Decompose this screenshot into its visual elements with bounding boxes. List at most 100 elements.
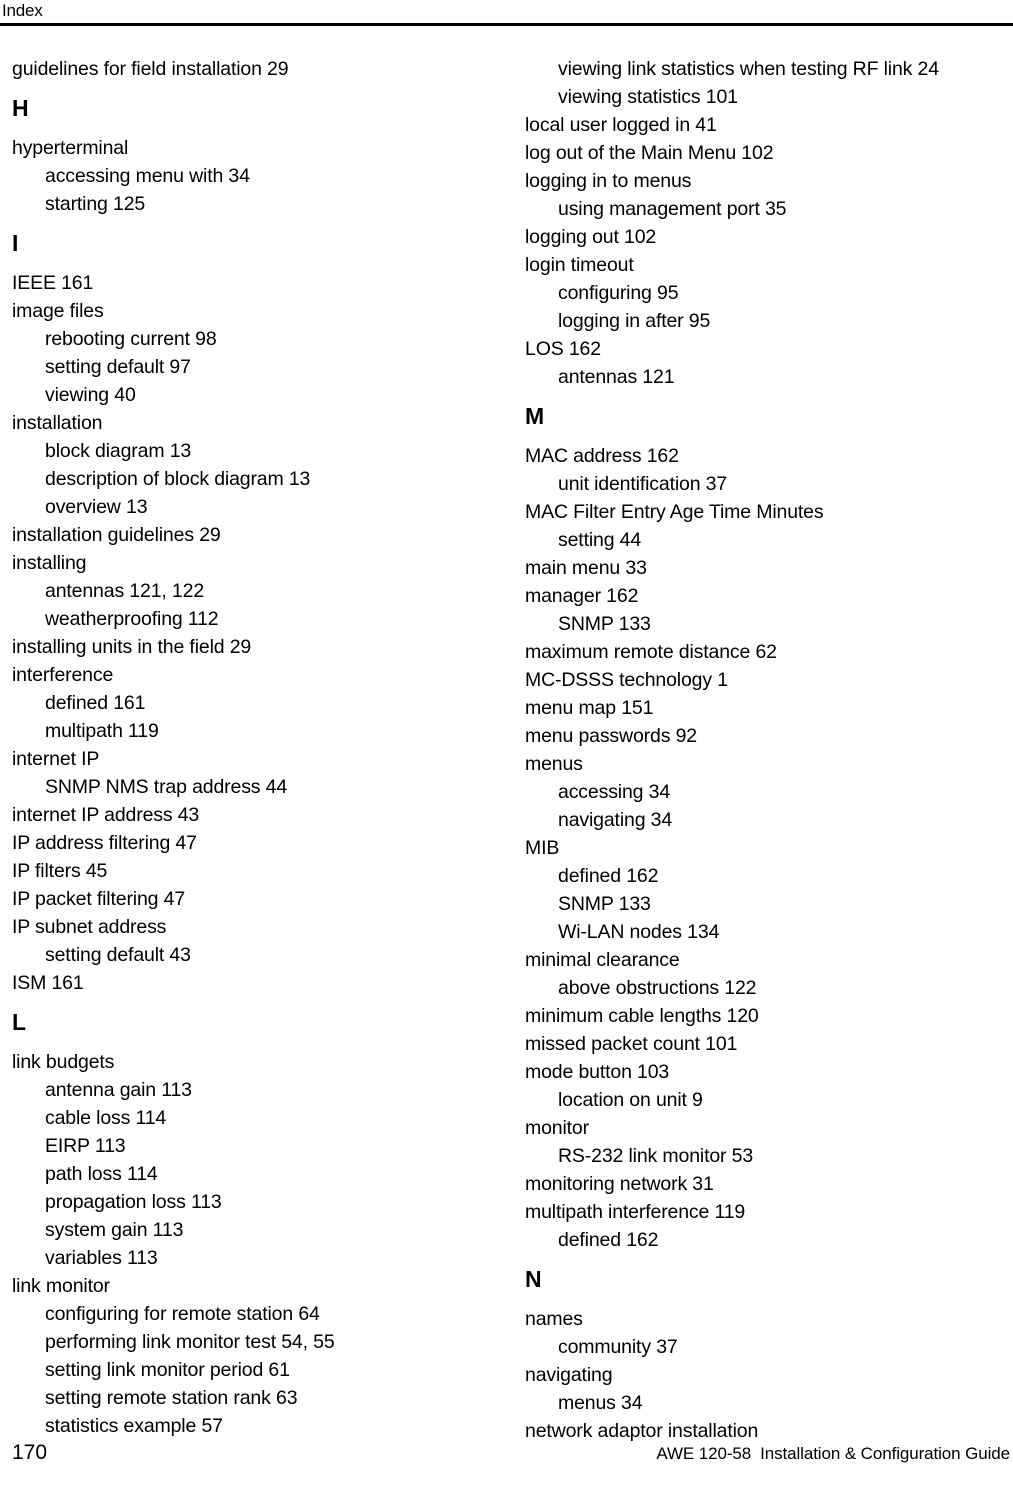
index-entry: internet IP [12, 748, 100, 770]
index-subentry: antennas 121 [558, 366, 675, 388]
index-subentry: menus 34 [558, 1392, 643, 1414]
index-entry: IP address filtering 47 [12, 832, 197, 854]
index-subentry: setting default 97 [45, 356, 191, 378]
index-entry: installation [12, 412, 103, 434]
running-header: Index [0, 0, 1013, 28]
index-subentry: navigating 34 [558, 809, 673, 831]
index-subentry: cable loss 114 [45, 1107, 167, 1129]
index-subentry: rebooting current 98 [45, 328, 217, 350]
index-subentry: statistics example 57 [45, 1415, 223, 1437]
index-entry: login timeout [525, 254, 634, 276]
index-entry: logging in to menus [525, 170, 692, 192]
index-subentry: accessing 34 [558, 781, 671, 803]
index-entry: mode button 103 [525, 1061, 670, 1083]
index-entry: MIB [525, 837, 560, 859]
index-entry: MAC address 162 [525, 445, 679, 467]
running-footer: 170 AWE 120-58 Installation & Configurati… [0, 1440, 1013, 1480]
index-subentry: viewing link statistics when testing RF … [558, 58, 939, 80]
index-entry: IP filters 45 [12, 860, 108, 882]
index-subentry: RS-232 link monitor 53 [558, 1145, 754, 1167]
footer-page-number: 170 [12, 1441, 48, 1464]
index-entry: IP packet filtering 47 [12, 888, 186, 910]
index-subentry: viewing 40 [45, 384, 136, 406]
index-subentry: unit identification 37 [558, 473, 728, 495]
index-entry: missed packet count 101 [525, 1033, 738, 1055]
index-column-right: viewing link statistics when testing RF … [525, 55, 995, 1445]
index-subentry: location on unit 9 [558, 1089, 703, 1111]
index-subentry: antennas 121, 122 [45, 580, 205, 602]
index-subentry: setting remote station rank 63 [45, 1387, 298, 1409]
index-entry: navigating [525, 1364, 613, 1386]
index-subentry: SNMP 133 [558, 893, 651, 915]
index-subentry: using management port 35 [558, 198, 787, 220]
footer-guide-title: Installation & Configuration Guide [760, 1444, 1010, 1463]
index-subentry: antenna gain 113 [45, 1079, 192, 1101]
index-subentry: starting 125 [45, 193, 146, 215]
index-letter-heading: I [12, 230, 19, 256]
index-letter-heading: N [525, 1266, 542, 1292]
index-letter-heading: L [12, 1009, 27, 1035]
index-entry: minimum cable lengths 120 [525, 1005, 759, 1027]
index-subentry: overview 13 [45, 496, 148, 518]
page-header-title: Index [2, 1, 43, 20]
index-entry: installing units in the field 29 [12, 636, 252, 658]
index-entry: MAC Filter Entry Age Time Minutes [525, 501, 824, 523]
header-rule [0, 23, 1013, 26]
index-subentry: community 37 [558, 1336, 678, 1358]
index-entry: IP subnet address [12, 916, 167, 938]
index-entry: logging out 102 [525, 226, 657, 248]
index-columns: guidelines for field installation 29 Hhyp… [0, 55, 1013, 1442]
index-letter-heading: H [12, 95, 29, 121]
index-subentry: system gain 113 [45, 1219, 184, 1241]
index-entry: manager 162 [525, 585, 639, 607]
index-letter-heading: M [525, 403, 545, 429]
index-subentry: SNMP NMS trap address 44 [45, 776, 288, 798]
index-entry: local user logged in 41 [525, 114, 717, 136]
index-subentry: EIRP 113 [45, 1135, 126, 1157]
index-subentry: multipath 119 [45, 720, 159, 742]
index-entry: log out of the Main Menu 102 [525, 142, 774, 164]
index-entry: installing [12, 552, 87, 574]
index-subentry: setting 44 [558, 529, 642, 551]
index-entry: hyperterminal [12, 137, 129, 159]
index-entry: image files [12, 300, 104, 322]
index-page: Index guidelines for field installation … [0, 0, 1013, 1501]
index-entry: guidelines for field installation 29 [12, 58, 289, 80]
index-subentry: SNMP 133 [558, 613, 651, 635]
index-subentry: logging in after 95 [558, 310, 711, 332]
index-entry: link budgets [12, 1051, 115, 1073]
index-entry: menu map 151 [525, 697, 654, 719]
index-subentry: setting default 43 [45, 944, 191, 966]
index-subentry: accessing menu with 34 [45, 165, 250, 187]
index-subentry: defined 162 [558, 1229, 659, 1251]
index-subentry: propagation loss 113 [45, 1191, 222, 1213]
index-entry: menus [525, 753, 583, 775]
index-subentry: block diagram 13 [45, 440, 192, 462]
index-entry: IEEE 161 [12, 272, 94, 294]
index-subentry: performing link monitor test 54, 55 [45, 1331, 335, 1353]
index-subentry: defined 161 [45, 692, 146, 714]
index-subentry: variables 113 [45, 1247, 158, 1269]
index-entry: maximum remote distance 62 [525, 641, 777, 663]
index-entry: link monitor [12, 1275, 110, 1297]
index-entry: LOS 162 [525, 338, 601, 360]
index-subentry: configuring for remote station 64 [45, 1303, 320, 1325]
index-subentry: weatherproofing 112 [45, 608, 219, 630]
index-column-left: guidelines for field installation 29 Hhyp… [12, 55, 482, 1440]
index-entry: names [525, 1308, 583, 1330]
index-entry: minimal clearance [525, 949, 680, 971]
index-entry: installation guidelines 29 [12, 524, 221, 546]
index-subentry: above obstructions 122 [558, 977, 757, 999]
index-entry: multipath interference 119 [525, 1201, 746, 1223]
index-subentry: Wi-LAN nodes 134 [558, 921, 720, 943]
index-entry: monitor [525, 1117, 589, 1139]
footer-guide-text: AWE 120-58 Installation & Configuration G… [656, 1443, 1010, 1465]
index-subentry: configuring 95 [558, 282, 679, 304]
index-entry: monitoring network 31 [525, 1173, 714, 1195]
index-subentry: path loss 114 [45, 1163, 158, 1185]
footer-doc-code: AWE 120-58 [656, 1444, 752, 1463]
index-subentry: defined 162 [558, 865, 659, 887]
index-entry: internet IP address 43 [12, 804, 200, 826]
index-subentry: viewing statistics 101 [558, 86, 738, 108]
index-entry: interference [12, 664, 114, 686]
